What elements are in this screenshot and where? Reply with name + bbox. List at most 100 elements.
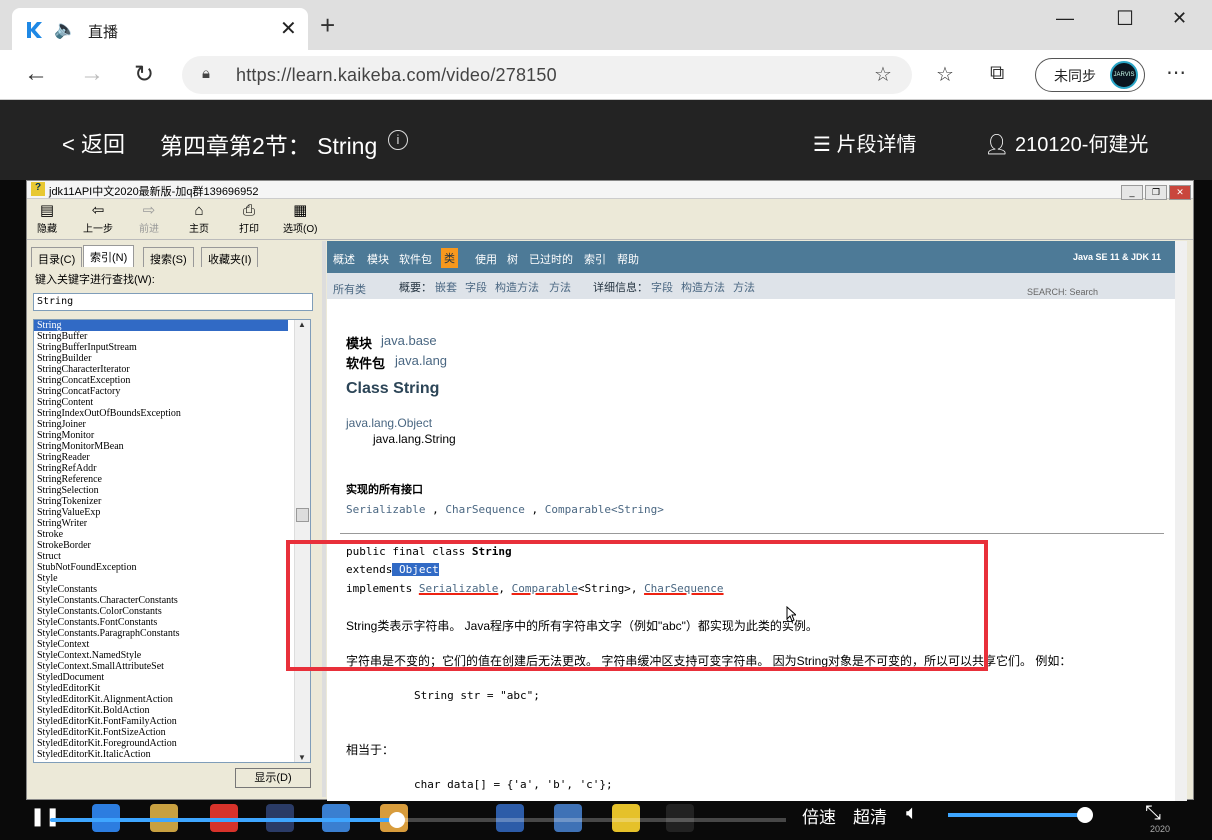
index-list-item[interactable]: StringMonitorMBean	[34, 441, 310, 452]
index-list-item[interactable]: StringSelection	[34, 485, 310, 496]
index-list-item[interactable]: StyleConstants.FontConstants	[34, 617, 310, 628]
index-list[interactable]: String StringBuffer StringBufferInputStrea…	[33, 319, 311, 763]
index-list-item[interactable]: StyleConstants.ColorConstants	[34, 606, 310, 617]
index-list-item[interactable]: StyleContext.NamedStyle	[34, 650, 310, 661]
index-list-item[interactable]: StringReader	[34, 452, 310, 463]
index-list-item[interactable]: StringBuffer	[34, 331, 310, 342]
index-list-item[interactable]: StyledDocument	[34, 672, 310, 683]
browser-tab[interactable]: 🔈 直播 ✕	[12, 8, 308, 50]
index-list-item[interactable]: StringConcatFactory	[34, 386, 310, 397]
add-favorite-icon[interactable]: ☆	[874, 62, 892, 87]
info-icon[interactable]: i	[388, 130, 408, 150]
nav-class[interactable]: 类	[441, 248, 458, 268]
user-menu[interactable]: 👤︎ 210120-何建光	[984, 128, 1148, 157]
quality-button[interactable]: 超清	[853, 803, 887, 828]
lock-icon[interactable]: 🔒︎	[202, 65, 210, 82]
tab-index[interactable]: 索引(N)	[83, 245, 135, 267]
index-list-item[interactable]: StyleContext.SmallAttributeSet	[34, 661, 310, 672]
keyword-input[interactable]: String	[33, 293, 313, 311]
nav-use[interactable]: 使用	[475, 251, 497, 267]
speaker-icon[interactable]: 🔈	[54, 19, 76, 40]
index-list-item[interactable]: StringMonitor	[34, 430, 310, 441]
display-button[interactable]: 显示(D)	[235, 768, 311, 788]
index-list-item[interactable]: StyledEditorKit	[34, 683, 310, 694]
interface-link[interactable]: CharSequence	[445, 503, 524, 516]
index-list-item[interactable]: StyledEditorKit.ForegroundAction	[34, 738, 310, 749]
index-list-item[interactable]: Struct	[34, 551, 310, 562]
module-link[interactable]: java.base	[381, 333, 437, 348]
index-list-item[interactable]: StringConcatException	[34, 375, 310, 386]
index-list-item[interactable]: StubNotFoundException	[34, 562, 310, 573]
tab-search[interactable]: 搜索(S)	[143, 247, 194, 267]
index-list-item[interactable]: StringIndexOutOfBoundsException	[34, 408, 310, 419]
fullscreen-icon[interactable]: ⤡	[1145, 802, 1161, 825]
segment-details-button[interactable]: ☰ 片段详情	[813, 128, 917, 157]
nav-index[interactable]: 索引	[584, 251, 606, 267]
detail-field[interactable]: 字段	[651, 279, 673, 295]
more-menu-icon[interactable]: ⋯	[1166, 60, 1186, 85]
index-list-item[interactable]: StringValueExp	[34, 507, 310, 518]
index-list-item[interactable]: StyledEditorKit.AlignmentAction	[34, 694, 310, 705]
detail-constructor[interactable]: 构造方法	[681, 279, 725, 295]
tab-favorites[interactable]: 收藏夹(I)	[201, 247, 259, 267]
window-close-button[interactable]: ✕	[1169, 185, 1191, 200]
index-list-item[interactable]: StyledEditorKit.BoldAction	[34, 705, 310, 716]
window-minimize-button[interactable]: _	[1121, 185, 1143, 200]
tool-forward[interactable]: ⇨ 前进	[139, 202, 159, 235]
index-list-item[interactable]: StyledEditorKit.FontSizeAction	[34, 727, 310, 738]
url-bar[interactable]: 🔒︎ https://learn.kaikeba.com/video/27815…	[182, 56, 912, 94]
tool-print[interactable]: ⎙ 打印	[239, 202, 259, 235]
nav-tree[interactable]: 树	[507, 251, 518, 267]
new-tab-button[interactable]: +	[320, 12, 335, 38]
tool-options[interactable]: ▦ 选项(O)	[283, 202, 317, 235]
speed-button[interactable]: 倍速	[802, 803, 836, 828]
progress-knob[interactable]	[389, 812, 405, 828]
index-list-item[interactable]: Style	[34, 573, 310, 584]
javadoc-search[interactable]: SEARCH: Search	[1027, 287, 1137, 299]
pane-splitter[interactable]	[322, 241, 326, 797]
inherit-parent-link[interactable]: java.lang.Object	[346, 416, 432, 430]
index-list-item[interactable]: StrokeBorder	[34, 540, 310, 551]
nav-deprecated[interactable]: 已过时的	[529, 251, 573, 267]
index-list-item[interactable]: StyledEditorKit.ItalicAction	[34, 749, 310, 760]
summary-method[interactable]: 方法	[549, 279, 571, 295]
index-list-item[interactable]: StyleContext	[34, 639, 310, 650]
all-classes-link[interactable]: 所有类	[333, 281, 366, 297]
interface-link[interactable]: Serializable	[346, 503, 425, 516]
summary-field[interactable]: 字段	[465, 279, 487, 295]
index-list-item[interactable]: StyleConstants.CharacterConstants	[34, 595, 310, 606]
forward-arrow-icon[interactable]: →	[80, 60, 104, 88]
window-restore-button[interactable]: ❐	[1145, 185, 1167, 200]
refresh-icon[interactable]: ↻	[134, 60, 154, 89]
nav-module[interactable]: 模块	[367, 251, 389, 267]
nav-package[interactable]: 软件包	[399, 251, 432, 267]
progress-track[interactable]	[403, 818, 786, 822]
volume-bar[interactable]	[948, 813, 1085, 817]
index-list-item[interactable]: StringBufferInputStream	[34, 342, 310, 353]
summary-constructor[interactable]: 构造方法	[495, 279, 539, 295]
content-scrollbar[interactable]	[1175, 241, 1187, 801]
index-list-item[interactable]: StringWriter	[34, 518, 310, 529]
index-list-item[interactable]: StringTokenizer	[34, 496, 310, 507]
tool-home[interactable]: ⌂ 主页	[189, 202, 209, 235]
progress-played[interactable]	[50, 818, 397, 822]
tool-hide[interactable]: ▤ 隐藏	[37, 202, 57, 235]
nav-help[interactable]: 帮助	[617, 251, 639, 267]
back-arrow-icon[interactable]: ←	[24, 60, 48, 88]
maximize-button[interactable]: ☐	[1116, 6, 1134, 31]
volume-knob[interactable]	[1077, 807, 1093, 823]
pause-button[interactable]: ❚❚	[30, 806, 60, 827]
close-tab-icon[interactable]: ✕	[280, 16, 297, 41]
interface-link[interactable]: Comparable<String>	[545, 503, 664, 516]
close-window-button[interactable]: ✕	[1172, 8, 1187, 29]
minimize-button[interactable]: —	[1056, 8, 1074, 29]
index-list-item[interactable]: StyleConstants	[34, 584, 310, 595]
profile-sync-button[interactable]: 未同步 JARVIS	[1035, 58, 1145, 92]
index-list-item[interactable]: StyledEditorKit.FontFamilyAction	[34, 716, 310, 727]
scroll-down-icon[interactable]: ▼	[298, 753, 306, 762]
index-list-item[interactable]: StringReference	[34, 474, 310, 485]
url-text[interactable]: https://learn.kaikeba.com/video/278150	[236, 65, 557, 86]
index-list-item[interactable]: Stroke	[34, 529, 310, 540]
favorites-icon[interactable]: ☆	[936, 62, 954, 87]
back-link[interactable]: < 返回	[62, 127, 125, 159]
